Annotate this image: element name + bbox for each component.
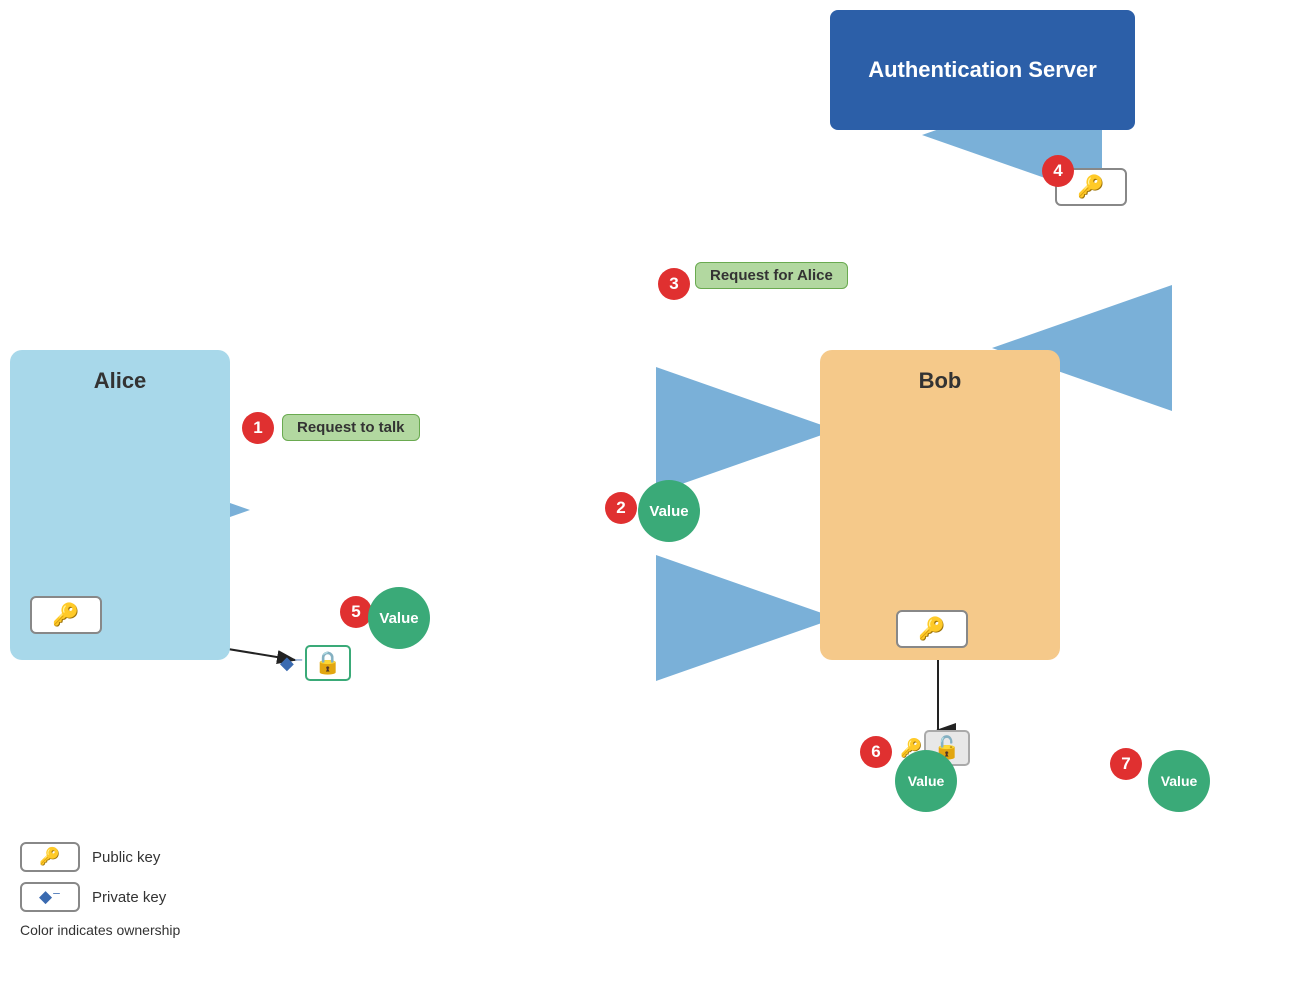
legend-private-key-box: ◆⁻	[20, 882, 80, 912]
diagram-container: Authentication Server Alice Bob 🔑 🔑 🔑 1 …	[0, 0, 1304, 998]
msg-request-to-talk: Request to talk	[282, 414, 420, 441]
step-badge-4: 4	[1042, 155, 1074, 187]
legend: 🔑 Public key ◆⁻ Private key Color indica…	[20, 842, 180, 938]
private-key-diamond: ◆⁻	[280, 653, 303, 674]
step-badge-7: 7	[1110, 748, 1142, 780]
step-badge-2: 2	[605, 492, 637, 524]
step-badge-5: 5	[340, 596, 372, 628]
step-badge-6: 6	[860, 736, 892, 768]
auth-server-label: Authentication Server	[868, 57, 1097, 83]
alice-public-key-box: 🔑	[30, 596, 102, 634]
value-circle-5: Value	[368, 587, 430, 649]
value-circle-2: Value	[638, 480, 700, 542]
value-circle-7: Value	[1148, 750, 1210, 812]
legend-public-key-text: Public key	[92, 849, 160, 866]
alice-lock-icon: 🔒	[305, 645, 350, 681]
bob-key-box: 🔑	[896, 610, 968, 648]
step4-key-icon: 🔑	[1077, 174, 1104, 200]
step-badge-3: 3	[658, 268, 690, 300]
legend-private-key-text: Private key	[92, 889, 166, 906]
step-badge-1: 1	[242, 412, 274, 444]
legend-public-key-box: 🔑	[20, 842, 80, 872]
legend-private-key: ◆⁻ Private key	[20, 882, 180, 912]
alice-label: Alice	[94, 368, 147, 394]
bob-label: Bob	[919, 368, 962, 394]
legend-color-note: Color indicates ownership	[20, 922, 180, 938]
value-circle-6: Value	[895, 750, 957, 812]
auth-server-box: Authentication Server	[830, 10, 1135, 130]
legend-private-key-icon: ◆⁻	[39, 887, 61, 906]
alice-key-icon: 🔑	[52, 602, 79, 628]
legend-public-key-icon: 🔑	[39, 847, 60, 866]
msg-request-for-alice: Request for Alice	[695, 262, 848, 289]
alice-lock-area: ◆⁻ 🔒	[280, 645, 351, 681]
bob-key-icon: 🔑	[918, 616, 945, 642]
legend-public-key: 🔑 Public key	[20, 842, 180, 872]
